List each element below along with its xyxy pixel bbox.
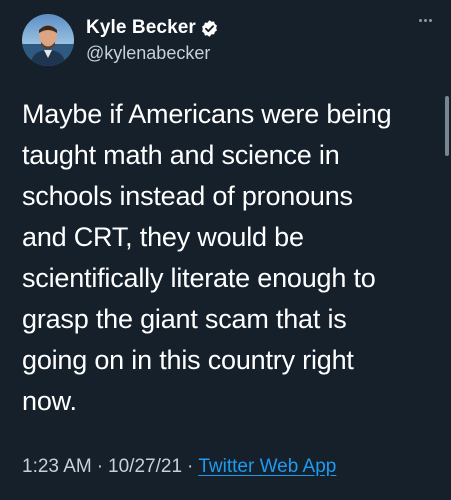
more-dot: [418, 18, 422, 22]
more-dot: [423, 18, 427, 22]
tweet-meta: 1:23 AM · 10/27/21 · Twitter Web App: [22, 456, 336, 478]
tweet-time[interactable]: 1:23 AM: [22, 456, 92, 478]
author-display-name[interactable]: Kyle Becker: [86, 17, 196, 39]
tweet-card: Kyle Becker @kylenabecker Maybe if Ameri…: [0, 0, 451, 500]
tweet-text: Maybe if Americans were being taught mat…: [22, 99, 392, 416]
tweet-header: Kyle Becker @kylenabecker: [22, 12, 219, 68]
author-handle[interactable]: @kylenabecker: [86, 43, 219, 64]
scrollbar[interactable]: [445, 96, 449, 156]
verified-badge-icon: [200, 19, 219, 38]
more-dot: [428, 18, 432, 22]
display-name-row: Kyle Becker: [86, 16, 219, 40]
avatar-photo: [22, 14, 74, 66]
tweet-date[interactable]: 10/27/21: [108, 456, 182, 478]
more-options-icon[interactable]: [413, 10, 437, 30]
meta-separator: ·: [187, 456, 194, 477]
meta-separator: ·: [96, 456, 104, 477]
author-names: Kyle Becker @kylenabecker: [86, 16, 219, 64]
avatar[interactable]: [22, 14, 74, 66]
tweet-source-link[interactable]: Twitter Web App: [198, 456, 336, 478]
